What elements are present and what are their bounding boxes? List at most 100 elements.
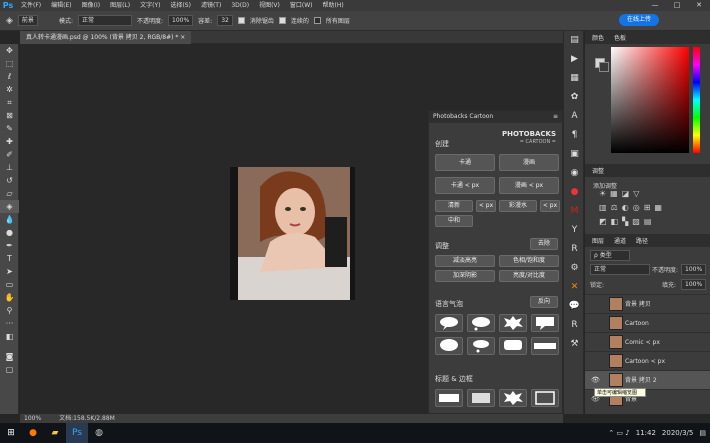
tab-adjustments[interactable]: 调整 [592,166,604,175]
bubble-rect-button[interactable] [531,314,559,332]
lasso-tool-icon[interactable]: ℓ [0,70,19,83]
menu-view[interactable]: 视图(V) [254,0,285,11]
fresh-button[interactable]: 清新 [435,200,473,212]
panel-header[interactable]: Photobacks Cartoon ≡ [429,111,562,123]
cartoon-button[interactable]: 卡通 [435,154,495,171]
rectangle-tool-icon[interactable]: ▭ [0,278,19,291]
bubble-rounded-button[interactable] [499,337,527,355]
rs-plugin-icon[interactable]: R [564,316,585,335]
tab-paths[interactable]: 路径 [636,236,648,245]
path-select-icon[interactable]: ➤ [0,265,19,278]
menu-image[interactable]: 图像(I) [77,0,105,11]
menu-type[interactable]: 文字(Y) [135,0,165,11]
layer-row[interactable]: Cartoon [585,313,710,332]
crop-tool-icon[interactable]: ⌗ [0,96,19,109]
scissors-plugin-icon[interactable]: ✕ [564,278,585,297]
screen-mode-icon[interactable]: ▢ [0,363,19,376]
adjustment-icons-row-2[interactable]: ▥⚖◐◎⊞▦ [599,203,666,212]
menu-filter[interactable]: 滤镜(T) [196,0,226,11]
brush-settings-icon[interactable]: ▦ [564,69,585,88]
bubble-burst-button[interactable] [499,314,527,332]
menu-select[interactable]: 选择(S) [165,0,196,11]
color-field[interactable] [611,47,689,153]
dodge-highlights-button[interactable]: 减淡高亮 [435,255,495,267]
neutral-button[interactable]: 中和 [435,215,473,227]
frame-tool-icon[interactable]: ⊠ [0,109,19,122]
notification-icon[interactable]: ▤ [699,429,706,437]
r-plugin-icon[interactable]: R [564,240,585,259]
watercolor-px-button[interactable]: < px [540,200,560,212]
magic-wand-tool-icon[interactable]: ✲ [0,83,19,96]
eyedropper-tool-icon[interactable]: ✎ [0,122,19,135]
tab-channels[interactable]: 通道 [614,236,626,245]
fill-input[interactable]: 100% [681,279,707,290]
menu-window[interactable]: 窗口(W) [285,0,318,11]
title-burst-button[interactable] [499,389,527,407]
fill-source-select[interactable]: 前景 [17,15,38,26]
bubble-thought-button[interactable] [435,337,463,355]
type-tool-icon[interactable]: T [0,252,19,265]
antialias-checkbox[interactable] [237,17,245,24]
background-color-swatch[interactable] [599,62,609,72]
yy-plugin-icon[interactable]: Y [564,221,585,240]
marquee-tool-icon[interactable]: ⬚ [0,57,19,70]
cartoon-px-button[interactable]: 卡通 < px [435,177,495,194]
zoom-tool-icon[interactable]: ⚲ [0,304,19,317]
document-image[interactable] [230,167,355,300]
title-box-button[interactable] [435,389,463,407]
stamp-tool-icon[interactable]: ⊥ [0,161,19,174]
all-layers-checkbox[interactable] [313,17,321,24]
paragraph-icon[interactable]: ¶ [564,126,585,145]
character-icon[interactable]: A [564,107,585,126]
layer-opacity-input[interactable]: 100% [681,264,707,275]
dodge-tool-icon[interactable]: ● [0,226,19,239]
bubble-small-button[interactable] [467,337,495,355]
layer-kind-filter[interactable]: ρ 类型 [590,250,630,261]
actions-icon[interactable]: ▶ [564,50,585,69]
bubble-oval-button[interactable] [435,314,463,332]
app-taskbar-icon[interactable]: ◍ [88,423,110,443]
date[interactable]: 2020/3/5 [662,429,693,437]
fresh-px-button[interactable]: < px [476,200,496,212]
layer-thumbnail[interactable] [609,373,623,387]
windows-start-icon[interactable]: ⊞ [0,423,22,443]
ra-plugin-icon[interactable]: ● [564,183,585,202]
adjustment-icons-row-3[interactable]: ◩◧▚▨▤ [599,217,655,226]
comic-button[interactable]: 漫画 [499,154,559,171]
layer-name[interactable]: 背景 拷贝 [625,295,651,314]
history-icon[interactable]: ▤ [564,31,585,50]
healing-tool-icon[interactable]: ✚ [0,135,19,148]
title-tag-button[interactable] [467,389,495,407]
tray-icons[interactable]: ⌃ ▭ ♪ [608,429,629,437]
layer-thumbnail[interactable] [609,354,623,368]
menu-layer[interactable]: 图层(L) [105,0,135,11]
menu-file[interactable]: 文件(F) [16,0,46,11]
tolerance-input[interactable]: 32 [217,15,233,26]
layer-row[interactable]: 背景 拷贝 [585,294,710,313]
layer-row-selected[interactable]: 👁 背景 拷贝 2 [585,370,710,389]
zoom-readout[interactable]: 100% [24,414,41,423]
speech-plugin-icon[interactable]: 💬 [564,297,585,316]
panel-menu-icon[interactable]: ≡ [553,111,558,123]
minimize-button[interactable]: — [644,0,666,11]
hand-tool-icon[interactable]: ✋ [0,291,19,304]
share-button[interactable]: 在线上传 [619,14,659,26]
glyphs-icon[interactable]: ▣ [564,145,585,164]
tab-swatches[interactable]: 色板 [614,33,626,42]
paint-bucket-tool-icon[interactable]: ◈ [0,200,19,213]
tools-plugin-icon[interactable]: ⚒ [564,335,585,354]
restore-button[interactable]: □ [666,0,688,11]
reset-button[interactable]: 去除 [530,238,558,250]
blur-tool-icon[interactable]: 💧 [0,213,19,226]
history-brush-icon[interactable]: ↺ [0,174,19,187]
layer-name[interactable]: Cartoon [625,314,649,333]
reverse-button[interactable]: 反向 [530,296,558,308]
hue-saturation-button[interactable]: 色相/饱和度 [499,255,559,267]
quick-mask-icon[interactable]: ◙ [0,350,19,363]
layer-name[interactable]: Comic < px [625,333,660,352]
layer-thumbnail[interactable] [609,297,623,311]
eraser-tool-icon[interactable]: ▱ [0,187,19,200]
explorer-icon[interactable]: ▰ [44,423,66,443]
close-tab-icon[interactable]: × [180,34,185,41]
tab-color[interactable]: 颜色 [592,33,604,42]
